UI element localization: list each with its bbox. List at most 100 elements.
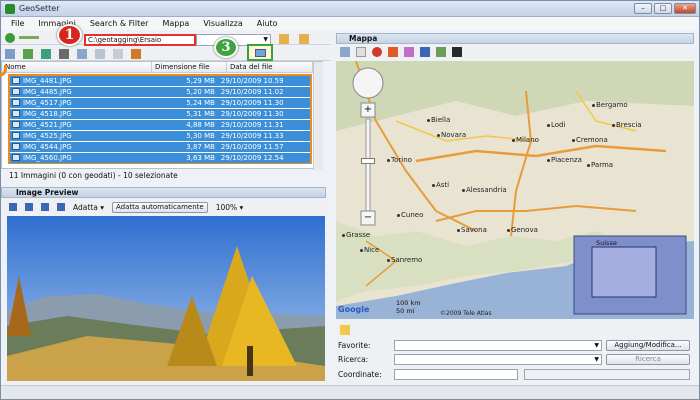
file-row[interactable]: IMG_4525.JPG 5,30 MB 29/10/2009 11.33: [10, 131, 310, 141]
file-row[interactable]: IMG_4481.JPG 5,29 MB 29/10/2009 10.59: [10, 76, 310, 86]
map-city-label: Piacenza: [551, 156, 582, 164]
city-dot: [592, 104, 595, 107]
file-date: 29/10/2009 11.30: [220, 99, 284, 107]
map-bottom-panel: Favorite: ▼ Aggiung/Modifica... Ricerca:…: [336, 321, 694, 383]
map-city-label: Savona: [461, 226, 487, 234]
file-row[interactable]: IMG_4521.JPG 4,88 MB 29/10/2009 11.31: [10, 120, 310, 130]
file-row[interactable]: IMG_4518.JPG 5,31 MB 29/10/2009 11.30: [10, 109, 310, 119]
file-row[interactable]: IMG_4560.JPG 3,63 MB 29/10/2009 12.54: [10, 153, 310, 163]
map-city-label: Asti: [436, 181, 450, 189]
menu-file[interactable]: File: [11, 19, 24, 28]
file-size: 3,87 MB: [186, 143, 215, 151]
search-button[interactable]: Ricerca: [606, 354, 690, 365]
pan-control[interactable]: [353, 68, 383, 98]
map-city-label: Grasse: [346, 231, 371, 239]
zoom-slider-handle[interactable]: [361, 158, 375, 164]
flag-icon[interactable]: [452, 47, 462, 57]
fit-label: Adatta: [73, 202, 98, 212]
previous-image-icon[interactable]: [25, 203, 33, 211]
map-city-label: Cremona: [576, 136, 608, 144]
file-row[interactable]: IMG_4485.JPG 5,20 MB 29/10/2009 11.02: [10, 87, 310, 97]
city-dot: [572, 139, 575, 142]
file-name: IMG_4525.JPG: [22, 132, 72, 140]
file-name: IMG_4544.JPG: [22, 143, 72, 151]
position-icon[interactable]: [388, 47, 398, 57]
next-image-icon[interactable]: [41, 203, 49, 211]
filter-icon[interactable]: [77, 48, 87, 59]
edit-icon[interactable]: [95, 48, 105, 59]
minimize-button[interactable]: –: [634, 3, 652, 14]
pin-icon[interactable]: [356, 47, 366, 57]
image-file-icon: [12, 77, 20, 84]
image-file-icon: [12, 154, 20, 161]
window-title: GeoSetter: [19, 4, 60, 13]
file-list-scrollbar[interactable]: [313, 62, 323, 170]
menu-view[interactable]: Visualizza: [203, 19, 242, 28]
show-on-map-button[interactable]: [247, 44, 273, 61]
title-bar: GeoSetter – □ ✕: [1, 1, 699, 17]
menu-search-filter[interactable]: Search & Filter: [90, 19, 149, 28]
column-date[interactable]: Data del file: [227, 62, 313, 72]
track-icon[interactable]: [404, 47, 414, 57]
file-status-text: 11 Immagini (0 con geodati) - 10 selezio…: [9, 171, 178, 180]
zoom-in-button[interactable]: +: [361, 103, 375, 117]
last-image-icon[interactable]: [57, 203, 65, 211]
file-name: IMG_4517.JPG: [22, 99, 72, 107]
zoom-dropdown[interactable]: 100% ▾: [216, 203, 244, 212]
add-modify-button[interactable]: Aggiung/Modifica...: [606, 340, 690, 351]
coordinates-field[interactable]: [394, 369, 518, 380]
back-icon[interactable]: [5, 32, 15, 43]
menu-map[interactable]: Mappa: [162, 19, 189, 28]
zoom-out-button[interactable]: −: [361, 211, 375, 225]
file-row[interactable]: IMG_4517.JPG 5,24 MB 29/10/2009 11.30: [10, 98, 310, 108]
map-view[interactable]: Bergamo Brescia Milano Torino Novara Asti Ales…: [336, 61, 694, 319]
overview-map[interactable]: Suisse: [574, 236, 686, 314]
map-city-label: Parma: [591, 161, 614, 169]
auto-fit-button[interactable]: Adatta automaticamente: [112, 201, 208, 213]
camera-icon[interactable]: [59, 48, 69, 59]
view-icon[interactable]: [5, 48, 15, 59]
column-size[interactable]: Dimensione file: [152, 62, 227, 72]
map-city-label: Genova: [511, 226, 538, 234]
city-dot: [432, 184, 435, 187]
edit-pen-icon[interactable]: [340, 325, 350, 335]
open-folder-icon[interactable]: [299, 34, 309, 44]
file-size: 5,30 MB: [186, 132, 215, 140]
copy-icon[interactable]: [113, 48, 123, 59]
favorite-dropdown[interactable]: ▼: [394, 340, 602, 351]
sync-icon[interactable]: [41, 48, 51, 59]
favorite-label: Favorite:: [338, 341, 371, 350]
refresh-icon[interactable]: [23, 48, 33, 59]
key-icon[interactable]: [131, 48, 141, 59]
maximize-button[interactable]: □: [654, 3, 672, 14]
city-dot: [360, 249, 363, 252]
close-button[interactable]: ✕: [674, 3, 696, 14]
map-city-label: Milano: [516, 136, 539, 144]
image-preview-header: Image Preview: [1, 187, 326, 198]
search-dropdown[interactable]: ▼: [394, 354, 602, 365]
folder-path-input[interactable]: C:\geotagging\Ersaio: [84, 34, 196, 46]
fit-dropdown[interactable]: Adatta ▾: [73, 203, 104, 212]
image-file-icon: [12, 110, 20, 117]
map-city-label: Novara: [441, 131, 467, 139]
image-file-icon: [12, 132, 20, 139]
scale-km: 100 km: [396, 299, 421, 307]
city-dot: [462, 189, 465, 192]
city-dot: [437, 134, 440, 137]
image-preview: [7, 216, 325, 381]
folder-icon[interactable]: [279, 34, 289, 44]
selected-rows-highlight: IMG_4481.JPG 5,29 MB 29/10/2009 10.59 IMG_4…: [8, 74, 312, 164]
coordinates-extra-field: [524, 369, 690, 380]
map-city-label: Bergamo: [596, 101, 628, 109]
marker-icon[interactable]: [372, 47, 382, 57]
file-row[interactable]: IMG_4544.JPG 3,87 MB 29/10/2009 11.57: [10, 142, 310, 152]
column-name[interactable]: Nome: [2, 62, 152, 72]
image-file-icon: [12, 88, 20, 95]
route-icon[interactable]: [436, 47, 446, 57]
city-dot: [612, 124, 615, 127]
map-type-icon[interactable]: [340, 47, 350, 57]
menu-help[interactable]: Aiuto: [257, 19, 278, 28]
arrow-icon[interactable]: [19, 36, 39, 39]
first-image-icon[interactable]: [9, 203, 17, 211]
direction-icon[interactable]: [420, 47, 430, 57]
